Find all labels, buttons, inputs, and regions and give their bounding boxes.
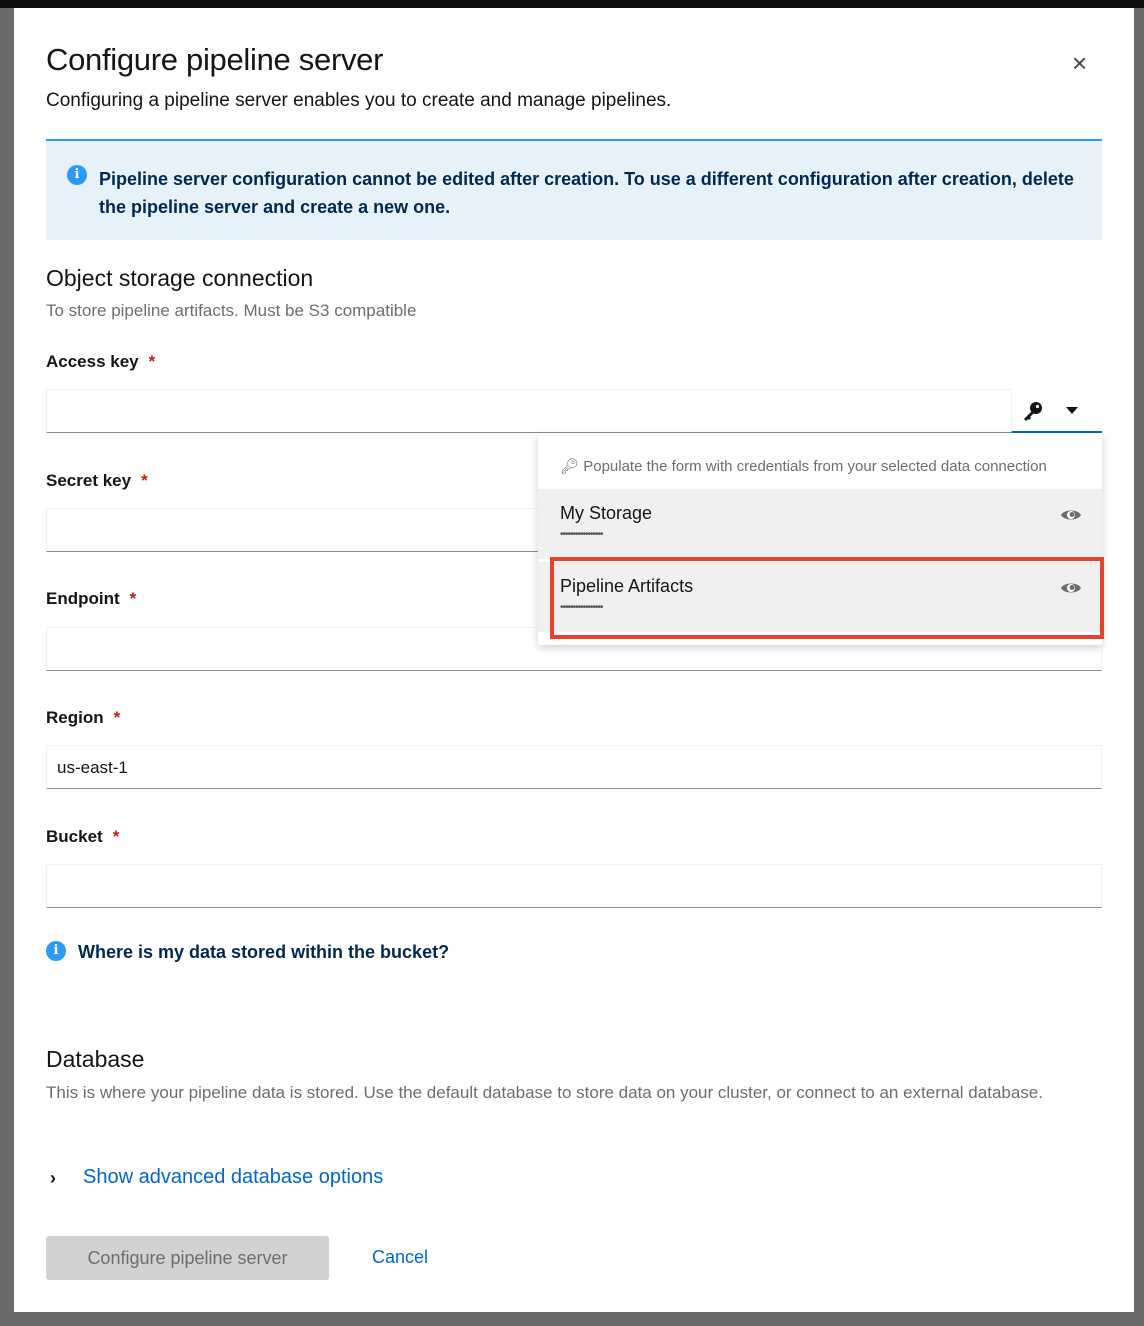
item-secret: ••••••••••••••••• <box>560 529 604 540</box>
secret-key-label: Secret key * <box>46 471 148 490</box>
highlight-box <box>550 557 1104 639</box>
info-icon: i <box>67 165 87 185</box>
bucket-label: Bucket * <box>46 827 120 846</box>
alert-text: Pipeline server configuration cannot be … <box>99 169 1074 217</box>
eye-icon[interactable] <box>1060 507 1082 523</box>
storage-description: To store pipeline artifacts. Must be S3 … <box>46 301 417 320</box>
configure-pipeline-server-modal: Configure pipeline server Configuring a … <box>14 8 1134 1312</box>
key-icon <box>1024 402 1042 421</box>
top-bar <box>0 0 1144 8</box>
database-section-title: Database <box>46 1046 145 1072</box>
modal-subtitle: Configuring a pipeline server enables yo… <box>46 90 672 111</box>
data-connection-toggle[interactable] <box>1011 389 1102 433</box>
region-label: Region * <box>46 708 121 727</box>
key-icon: 🔑︎ <box>560 458 580 475</box>
info-alert: i Pipeline server configuration cannot b… <box>46 139 1102 240</box>
chevron-right-icon[interactable]: › <box>50 1168 56 1189</box>
menu-hint: 🔑︎ Populate the form with credentials fr… <box>560 458 1047 475</box>
caret-down-icon <box>1066 407 1078 414</box>
menu-item-my-storage[interactable]: My Storage ••••••••••••••••• <box>538 489 1102 559</box>
storage-section-title: Object storage connection <box>46 265 314 291</box>
bucket-input[interactable] <box>46 864 1102 908</box>
bucket-help-link[interactable]: Where is my data stored within the bucke… <box>78 942 449 963</box>
region-input[interactable]: us-east-1 <box>46 745 1102 789</box>
info-icon: i <box>46 941 66 961</box>
access-key-input[interactable] <box>46 389 1012 433</box>
close-button[interactable]: × <box>1072 48 1087 79</box>
endpoint-label: Endpoint * <box>46 589 137 608</box>
modal-title: Configure pipeline server <box>46 42 384 77</box>
item-name: My Storage <box>560 503 653 523</box>
advanced-database-toggle[interactable]: Show advanced database options <box>83 1166 383 1189</box>
cancel-button[interactable]: Cancel <box>372 1247 428 1268</box>
configure-pipeline-server-button[interactable]: Configure pipeline server <box>46 1236 329 1280</box>
access-key-label: Access key * <box>46 352 156 371</box>
database-description: This is where your pipeline data is stor… <box>46 1083 1043 1102</box>
